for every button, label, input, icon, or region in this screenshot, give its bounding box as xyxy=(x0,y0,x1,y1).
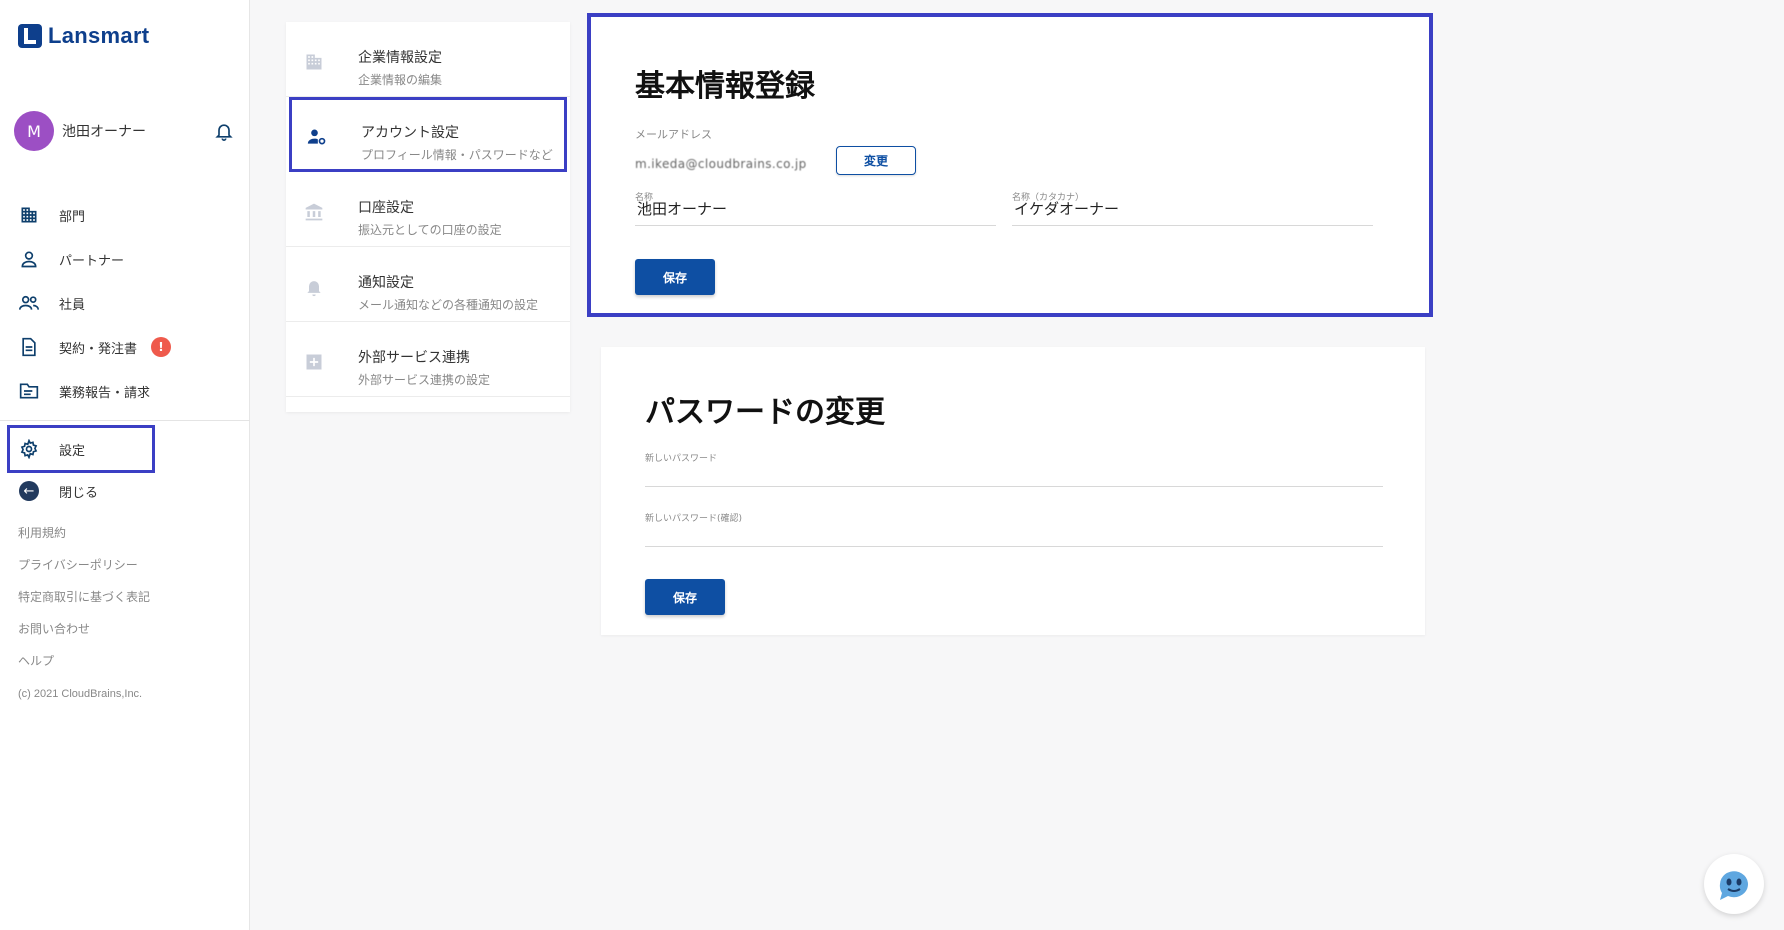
settings-item-integrations[interactable]: 外部サービス連携 外部サービス連携の設定 xyxy=(286,322,570,397)
link-commerce[interactable]: 特定商取引に基づく表記 xyxy=(18,589,150,621)
settings-item-title: 通知設定 xyxy=(358,275,414,291)
settings-item-sub: 企業情報の編集 xyxy=(358,73,443,87)
main-nav: 部門 パートナー 社員 契約・発注書 ! 業務報告・請求 xyxy=(10,193,240,413)
basic-info-title: 基本情報登録 xyxy=(635,69,815,104)
secondary-nav: 設定 ← 閉じる xyxy=(7,425,240,512)
settings-menu: 企業情報設定 企業情報の編集 アカウント設定 プロフィール情報・パスワードなど … xyxy=(286,22,570,412)
bell-icon xyxy=(307,281,321,297)
save-password-button[interactable]: 保存 xyxy=(645,579,725,615)
brand-name: Lansmart xyxy=(48,23,150,48)
user-profile[interactable]: M 池田オーナー xyxy=(14,111,234,151)
nav-item-settings[interactable]: 設定 xyxy=(7,425,155,473)
footer-links: 利用規約 プライバシーポリシー 特定商取引に基づく表記 お問い合わせ ヘルプ xyxy=(18,525,150,685)
alert-badge: ! xyxy=(151,337,172,357)
document-icon xyxy=(18,336,40,358)
copyright: (c) 2021 CloudBrains,Inc. xyxy=(18,688,143,700)
settings-item-sub: メール通知などの各種通知の設定 xyxy=(358,298,539,312)
settings-item-title: アカウント設定 xyxy=(361,125,459,141)
basic-info-card: 基本情報登録 メールアドレス m.ikeda@cloudbrains.co.jp… xyxy=(587,13,1433,317)
people-icon xyxy=(18,292,40,314)
bank-icon xyxy=(305,203,323,221)
nav-label: 閉じる xyxy=(59,485,99,501)
settings-item-title: 企業情報設定 xyxy=(358,50,442,66)
nav-label: 部門 xyxy=(59,209,86,225)
folder-icon xyxy=(18,380,40,402)
nav-item-close[interactable]: ← 閉じる xyxy=(10,470,240,512)
email-label: メールアドレス xyxy=(635,128,712,141)
building-icon xyxy=(306,54,322,70)
person-icon xyxy=(18,248,40,270)
settings-item-sub: 振込元としての口座の設定 xyxy=(358,223,502,237)
settings-item-bank[interactable]: 口座設定 振込元としての口座の設定 xyxy=(286,172,570,247)
arrow-left-circle-icon: ← xyxy=(19,481,39,501)
change-email-button[interactable]: 変更 xyxy=(836,146,916,175)
link-privacy[interactable]: プライバシーポリシー xyxy=(18,557,150,589)
nav-item-reports[interactable]: 業務報告・請求 xyxy=(10,369,240,413)
user-gear-icon xyxy=(307,129,326,145)
nav-label: 業務報告・請求 xyxy=(59,385,151,401)
nav-item-departments[interactable]: 部門 xyxy=(10,193,240,237)
nav-label: 社員 xyxy=(59,297,86,313)
nav-item-partners[interactable]: パートナー xyxy=(10,237,240,281)
brand-logo[interactable]: Lansmart xyxy=(18,23,149,49)
building-icon xyxy=(18,204,40,226)
nav-label: パートナー xyxy=(59,253,125,269)
email-value: m.ikeda@cloudbrains.co.jp xyxy=(635,157,807,171)
nav-item-contracts[interactable]: 契約・発注書 ! xyxy=(10,325,240,369)
link-contact[interactable]: お問い合わせ xyxy=(18,621,150,653)
nav-label: 設定 xyxy=(59,443,86,459)
gear-icon xyxy=(18,438,40,460)
password-card: パスワードの変更 新しいパスワード 新しいパスワード(確認) 保存 xyxy=(601,347,1425,635)
settings-item-account[interactable]: アカウント設定 プロフィール情報・パスワードなど xyxy=(289,97,567,172)
password-title: パスワードの変更 xyxy=(645,395,885,430)
name-field[interactable]: 池田オーナー xyxy=(635,198,996,226)
nav-item-employees[interactable]: 社員 xyxy=(10,281,240,325)
settings-item-title: 口座設定 xyxy=(358,200,414,216)
avatar[interactable]: M xyxy=(14,111,54,151)
sidebar: Lansmart M 池田オーナー 部門 パートナー 社員 契約・発注書 ! 業… xyxy=(0,0,250,930)
nav-label: 契約・発注書 xyxy=(59,341,138,357)
plus-box-icon xyxy=(306,354,322,370)
kana-field[interactable]: イケダオーナー xyxy=(1012,198,1373,226)
logo-icon xyxy=(18,24,42,48)
notification-bell-icon[interactable] xyxy=(214,120,234,142)
chat-widget-button[interactable] xyxy=(1704,854,1764,914)
user-name: 池田オーナー xyxy=(62,124,146,140)
settings-item-title: 外部サービス連携 xyxy=(358,350,470,366)
settings-item-notification[interactable]: 通知設定 メール通知などの各種通知の設定 xyxy=(286,247,570,322)
close-icon-wrapper: ← xyxy=(18,480,40,502)
settings-item-sub: 外部サービス連携の設定 xyxy=(358,373,491,387)
settings-item-company[interactable]: 企業情報設定 企業情報の編集 xyxy=(286,22,570,97)
new-password-input[interactable] xyxy=(645,459,1383,487)
chat-bot-icon xyxy=(1719,871,1748,900)
save-basic-info-button[interactable]: 保存 xyxy=(635,259,715,295)
link-help[interactable]: ヘルプ xyxy=(18,653,150,685)
link-terms[interactable]: 利用規約 xyxy=(18,525,150,557)
confirm-password-input[interactable] xyxy=(645,519,1383,547)
settings-item-sub: プロフィール情報・パスワードなど xyxy=(361,148,553,162)
nav-divider xyxy=(0,420,250,421)
